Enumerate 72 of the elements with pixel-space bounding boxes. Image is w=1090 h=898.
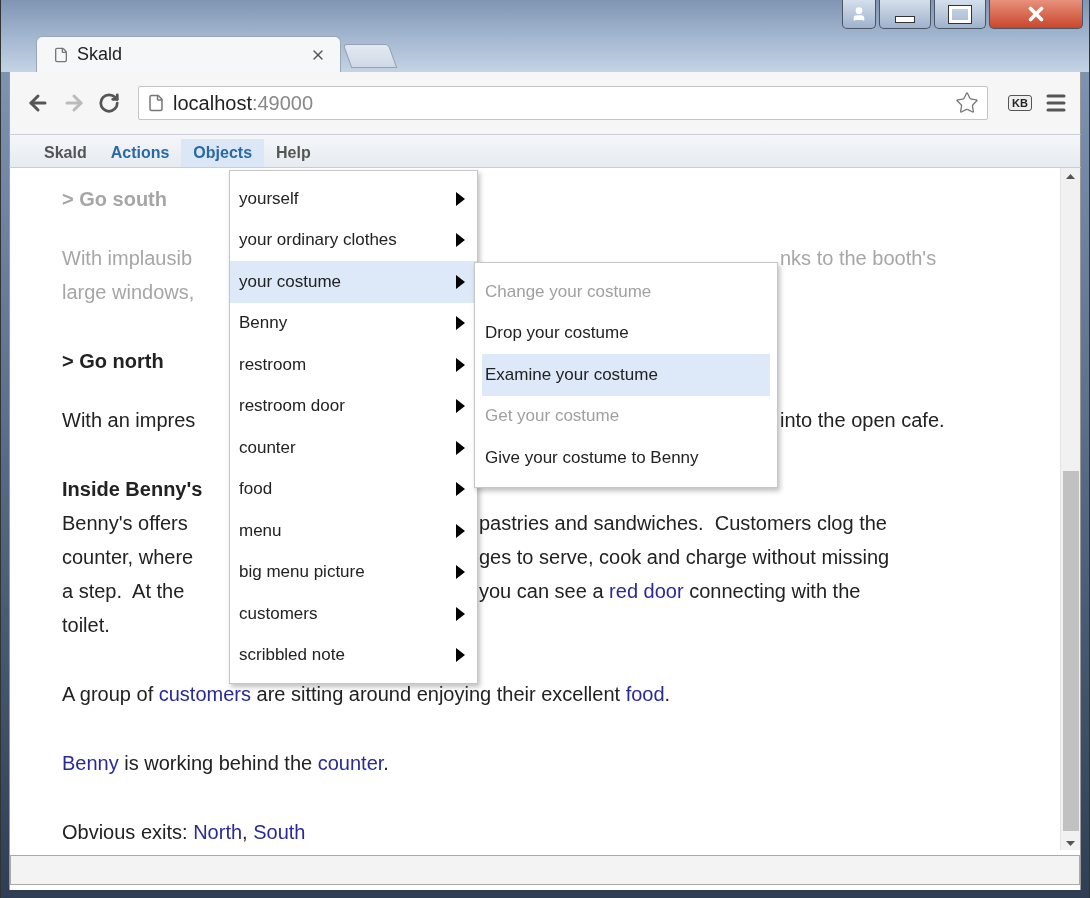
- reload-icon[interactable]: [98, 92, 120, 114]
- story-text: With an impres: [62, 409, 196, 431]
- story-link[interactable]: North: [193, 821, 243, 843]
- close-window-button[interactable]: [989, 0, 1083, 29]
- menu-item[interactable]: yourself: [230, 178, 477, 220]
- story-text: > Go north: [62, 350, 164, 372]
- menu-item[interactable]: your costume: [230, 261, 477, 303]
- submenu-arrow-icon: [456, 523, 465, 538]
- submenu-arrow-icon: [456, 191, 465, 206]
- address-field[interactable]: localhost:49000: [138, 86, 989, 120]
- scroll-down-icon[interactable]: [1066, 841, 1075, 846]
- page-icon: [53, 46, 69, 63]
- story-link[interactable]: counter: [317, 752, 384, 774]
- user-button[interactable]: [842, 0, 876, 29]
- scroll-up-icon[interactable]: [1066, 174, 1075, 179]
- submenu-arrow-icon: [456, 440, 465, 455]
- story-text: pastries and sandwiches. Customers clog the: [479, 511, 887, 536]
- page-icon: [147, 94, 165, 112]
- story-text: Obvious exits: North, South: [62, 821, 306, 843]
- story-text: > Go south: [62, 188, 167, 210]
- menubar-item[interactable]: Objects: [181, 139, 265, 167]
- menu-item[interactable]: Examine your costume: [482, 354, 770, 396]
- menu-item[interactable]: big menu picture: [230, 551, 477, 593]
- menu-item[interactable]: customers: [230, 593, 477, 635]
- menu-item[interactable]: Give your costume to Benny: [482, 437, 770, 479]
- menu-item[interactable]: Drop your costume: [482, 312, 770, 354]
- story-text: Inside Benny's: [62, 478, 203, 500]
- menubar-item[interactable]: Skald: [32, 139, 99, 167]
- menu-item[interactable]: scribbled note: [230, 634, 477, 676]
- submenu-arrow-icon: [456, 274, 465, 289]
- browser-tab[interactable]: Skald: [36, 36, 341, 72]
- submenu-arrow-icon: [456, 316, 465, 331]
- story-text: nks to the booth's: [780, 246, 937, 271]
- story-link[interactable]: customers: [158, 683, 251, 705]
- story-text: ges to serve, cook and charge without missing: [479, 545, 890, 570]
- story-text: into the open cafe.: [780, 408, 945, 433]
- menu-item[interactable]: counter: [230, 427, 477, 469]
- menu-item[interactable]: your ordinary clothes: [230, 219, 477, 261]
- story-link[interactable]: Benny: [62, 752, 119, 774]
- minimize-button[interactable]: [879, 0, 931, 29]
- story-text: With implausib: [62, 247, 193, 269]
- story-text: Benny's offers: [62, 512, 188, 534]
- submenu-arrow-icon: [456, 482, 465, 497]
- menu-item[interactable]: restroom: [230, 344, 477, 386]
- menu-item[interactable]: food: [230, 468, 477, 510]
- menubar-item[interactable]: Actions: [98, 139, 182, 167]
- story-text: toilet.: [62, 614, 110, 636]
- command-input[interactable]: [10, 855, 1080, 885]
- story-link[interactable]: South: [253, 821, 306, 843]
- extension-button[interactable]: KB: [1008, 95, 1032, 111]
- story-text: large windows,: [62, 281, 195, 303]
- story-text: counter, where: [62, 546, 194, 568]
- submenu-arrow-icon: [456, 399, 465, 414]
- menubar-item[interactable]: Help: [264, 139, 323, 167]
- submenu-arrow-icon: [456, 565, 465, 580]
- star-icon[interactable]: [955, 91, 980, 115]
- maximize-button[interactable]: [934, 0, 986, 29]
- story-text: a step. At the: [62, 580, 185, 602]
- story-link[interactable]: food: [625, 683, 665, 705]
- story-text: Benny is working behind the counter.: [62, 752, 389, 774]
- submenu-arrow-icon: [456, 233, 465, 248]
- story-text: A group of customers are sitting around enjoying their excellent food.: [62, 683, 671, 705]
- submenu-arrow-icon: [456, 357, 465, 372]
- submenu-arrow-icon: [456, 606, 465, 621]
- submenu-arrow-icon: [456, 648, 465, 663]
- story-link[interactable]: red door: [609, 580, 684, 602]
- menu-item[interactable]: restroom door: [230, 385, 477, 427]
- menu-item[interactable]: menu: [230, 510, 477, 552]
- scrollbar[interactable]: [1060, 168, 1080, 850]
- menu-item[interactable]: Benny: [230, 302, 477, 344]
- story-text: you can see a red door connecting with the: [479, 579, 861, 604]
- user-icon: [851, 6, 867, 22]
